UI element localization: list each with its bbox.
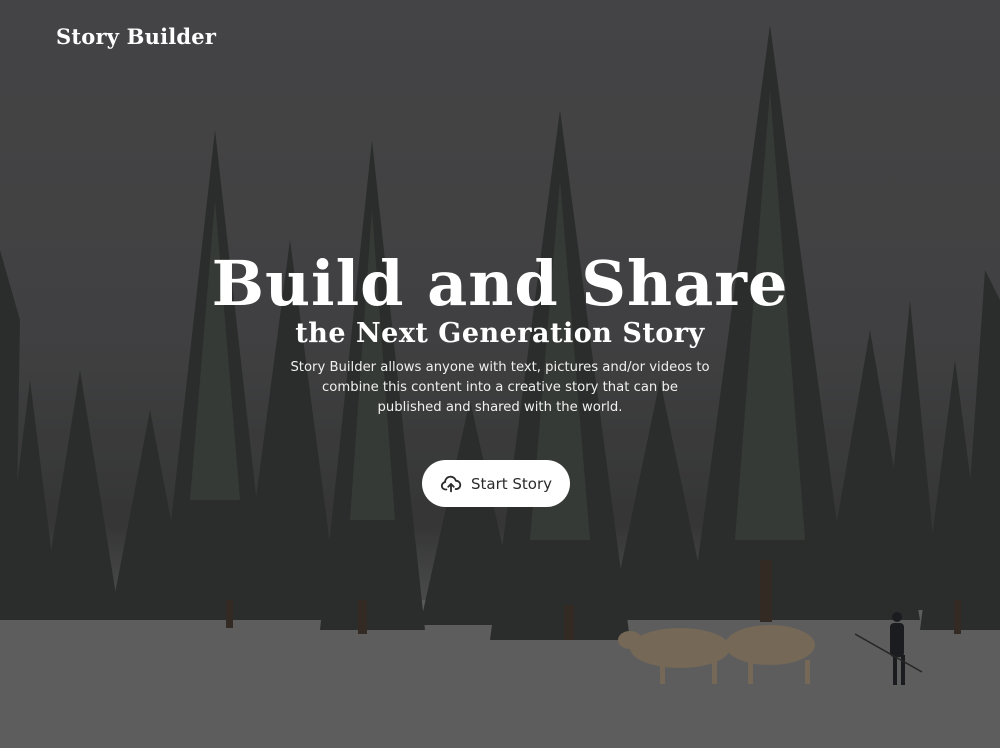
hero-subheadline: the Next Generation Story <box>295 318 705 349</box>
hero-description: Story Builder allows anyone with text, p… <box>290 360 710 415</box>
start-story-label: Start Story <box>470 474 553 493</box>
cloud-upload-icon <box>440 473 462 495</box>
brand-logo[interactable]: Story Builder <box>56 24 216 49</box>
hero-headline: Build and Share <box>211 247 789 320</box>
start-story-button[interactable]: Start Story <box>422 460 570 507</box>
